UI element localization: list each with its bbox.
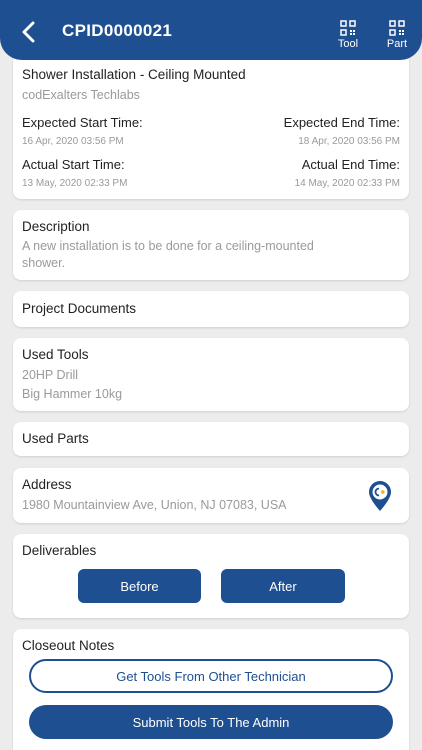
- description-title: Description: [22, 219, 90, 234]
- page-title: CPID0000021: [62, 21, 173, 40]
- project-documents-card[interactable]: Project Documents: [13, 291, 409, 327]
- scan-tool-button[interactable]: Tool: [328, 20, 368, 54]
- actual-start-label: Actual Start Time:: [22, 157, 125, 172]
- used-tools-title: Used Tools: [22, 347, 89, 362]
- actual-end-value: 14 May, 2020 02:33 PM: [294, 178, 400, 189]
- back-chevron-icon: [22, 21, 35, 43]
- closeout-notes-card: Closeout Notes Get Tools From Other Tech…: [13, 629, 409, 750]
- expected-start-value: 16 Apr, 2020 03:56 PM: [22, 136, 124, 147]
- project-documents-title: Project Documents: [22, 301, 137, 316]
- actual-end-label: Actual End Time:: [301, 157, 400, 172]
- before-button[interactable]: Before: [78, 569, 201, 603]
- project-info-card: Shower Installation - Ceiling Mounted co…: [13, 52, 409, 199]
- scan-part-button[interactable]: Part: [377, 20, 417, 54]
- address-card: Address 1980 Mountainview Ave, Union, NJ…: [13, 468, 409, 523]
- tool-item: Big Hammer 10kg: [22, 387, 123, 401]
- company-name: codExalters Techlabs: [22, 88, 140, 102]
- get-tools-button[interactable]: Get Tools From Other Technician: [29, 659, 393, 693]
- expected-end-label: Expected End Time:: [283, 115, 400, 130]
- tool-item: 20HP Drill: [22, 368, 79, 382]
- submit-tools-button[interactable]: Submit Tools To The Admin: [29, 705, 393, 739]
- used-parts-title: Used Parts: [22, 431, 89, 446]
- part-label: Part: [386, 38, 408, 50]
- map-pin-button[interactable]: [366, 480, 394, 512]
- back-button[interactable]: [14, 18, 42, 46]
- expected-end-value: 18 Apr, 2020 03:56 PM: [298, 136, 400, 147]
- tool-label: Tool: [337, 38, 359, 50]
- app-header: CPID0000021 Tool Part: [0, 0, 422, 60]
- description-line-2: shower.: [22, 256, 66, 270]
- closeout-notes-title: Closeout Notes: [22, 638, 115, 653]
- description-card: Description A new installation is to be …: [13, 210, 409, 280]
- map-pin-icon: [369, 481, 391, 511]
- expected-start-label: Expected Start Time:: [22, 115, 143, 130]
- used-parts-card[interactable]: Used Parts: [13, 422, 409, 456]
- deliverables-card: Deliverables Before After: [13, 534, 409, 618]
- actual-start-value: 13 May, 2020 02:33 PM: [22, 178, 128, 189]
- description-line-1: A new installation is to be done for a c…: [22, 239, 314, 253]
- qr-code-icon: [389, 20, 405, 36]
- address-title: Address: [22, 477, 72, 492]
- project-name: Shower Installation - Ceiling Mounted: [22, 67, 246, 82]
- address-value: 1980 Mountainview Ave, Union, NJ 07083, …: [22, 498, 287, 512]
- deliverables-title: Deliverables: [22, 543, 97, 558]
- after-button[interactable]: After: [221, 569, 345, 603]
- qr-code-icon: [340, 20, 356, 36]
- used-tools-card: Used Tools 20HP Drill Big Hammer 10kg: [13, 338, 409, 411]
